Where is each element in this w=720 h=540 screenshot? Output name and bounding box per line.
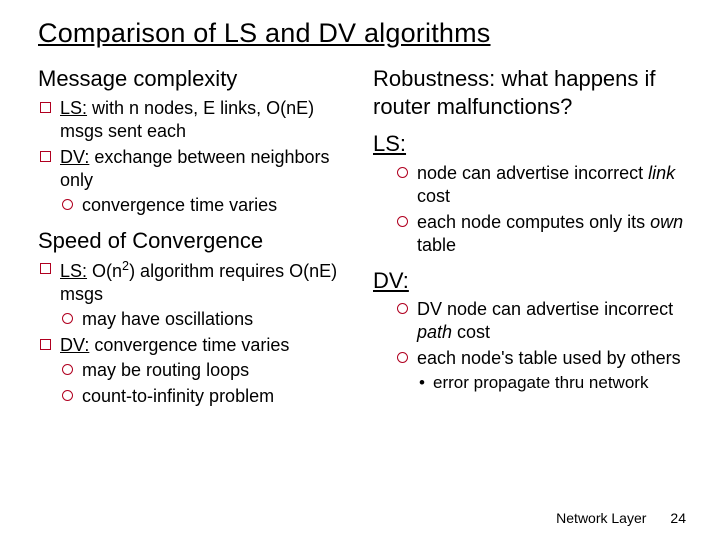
list-message-complexity: LS: with n nodes, E links, O(nE) msgs se… xyxy=(38,97,355,217)
label-ls: LS: xyxy=(60,98,87,118)
bullet-ls-own-table: each node computes only its own table xyxy=(395,211,690,257)
text: node can advertise incorrect xyxy=(417,163,648,183)
text: each node's table used by others xyxy=(417,348,681,368)
sublist: may be routing loops count-to-infinity p… xyxy=(60,359,355,408)
text: cost xyxy=(417,186,450,206)
text: convergence time varies xyxy=(89,335,289,355)
subbullet-convergence-varies: convergence time varies xyxy=(60,194,355,217)
bullet-dv-used-by-others: each node's table used by others error p… xyxy=(395,347,690,394)
bullet-ls-complexity: LS: O(n2) algorithm requires O(nE) msgs … xyxy=(38,258,355,331)
sublist: convergence time varies xyxy=(60,194,355,217)
bullet-dv-exchange: DV: exchange between neighbors only conv… xyxy=(38,146,355,217)
bullet-ls-msgs: LS: with n nodes, E links, O(nE) msgs se… xyxy=(38,97,355,143)
label-dv: DV: xyxy=(60,335,89,355)
list-dv-robustness: DV node can advertise incorrect path cos… xyxy=(395,298,690,394)
emph-own: own xyxy=(650,212,683,232)
slide-title: Comparison of LS and DV algorithms xyxy=(38,18,690,49)
text: each node computes only its xyxy=(417,212,650,232)
sublist: may have oscillations xyxy=(60,308,355,331)
heading-message-complexity: Message complexity xyxy=(38,65,355,93)
subbullet-count-to-infinity: count-to-infinity problem xyxy=(60,385,355,408)
text: table xyxy=(417,235,456,255)
left-column: Message complexity LS: with n nodes, E l… xyxy=(38,55,355,416)
bullet-dv-incorrect-path: DV node can advertise incorrect path cos… xyxy=(395,298,690,344)
text: with n nodes, E links, O(nE) msgs sent e… xyxy=(60,98,314,141)
right-column: Robustness: what happens if router malfu… xyxy=(373,55,690,416)
heading-speed-of-convergence: Speed of Convergence xyxy=(38,227,355,255)
text: O(n xyxy=(87,261,122,281)
heading-robustness: Robustness: what happens if router malfu… xyxy=(373,65,690,120)
text: exchange between neighbors only xyxy=(60,147,330,190)
columns: Message complexity LS: with n nodes, E l… xyxy=(38,55,690,416)
ls-block: node can advertise incorrect link cost e… xyxy=(373,162,690,257)
dv-block: DV node can advertise incorrect path cos… xyxy=(373,298,690,394)
subbullet-routing-loops: may be routing loops xyxy=(60,359,355,382)
footer: Network Layer 24 xyxy=(556,510,686,526)
heading-dv: DV: xyxy=(373,267,690,295)
sublist: error propagate thru network xyxy=(417,372,690,394)
page-number: 24 xyxy=(670,510,686,526)
footer-label: Network Layer xyxy=(556,510,646,526)
subbullet-oscillations: may have oscillations xyxy=(60,308,355,331)
bullet-dv-convergence: DV: convergence time varies may be routi… xyxy=(38,334,355,408)
emph-link: link xyxy=(648,163,675,183)
label-ls: LS: xyxy=(60,261,87,281)
slide: Comparison of LS and DV algorithms Messa… xyxy=(0,0,720,540)
bullet-ls-incorrect-link: node can advertise incorrect link cost xyxy=(395,162,690,208)
text: cost xyxy=(452,322,490,342)
text: DV node can advertise incorrect xyxy=(417,299,673,319)
subbullet-error-propagate: error propagate thru network xyxy=(417,372,690,394)
list-speed: LS: O(n2) algorithm requires O(nE) msgs … xyxy=(38,258,355,408)
heading-ls: LS: xyxy=(373,130,690,158)
superscript: 2 xyxy=(122,259,129,273)
list-ls-robustness: node can advertise incorrect link cost e… xyxy=(395,162,690,257)
emph-path: path xyxy=(417,322,452,342)
label-dv: DV: xyxy=(60,147,89,167)
